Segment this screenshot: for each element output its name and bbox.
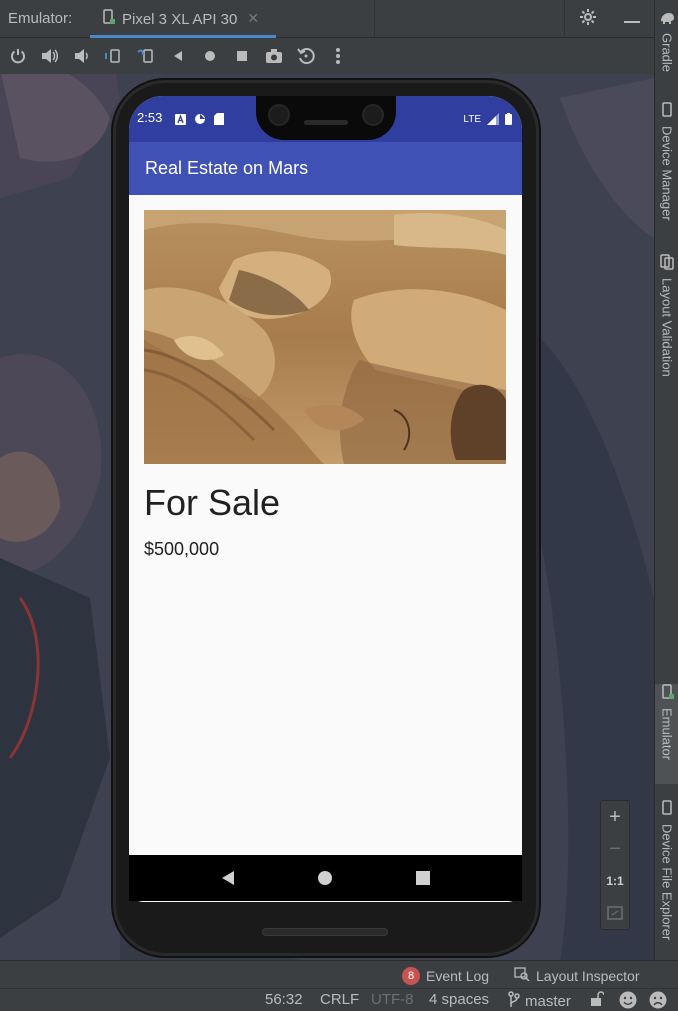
- status-time: 2:53: [137, 110, 163, 125]
- volume-up-icon[interactable]: [38, 44, 62, 68]
- tool-label: Layout Validation: [659, 278, 675, 377]
- layout-inspector-label: Layout Inspector: [536, 967, 640, 984]
- tool-device-file-explorer[interactable]: Device File Explorer: [655, 800, 678, 950]
- android-nav-bar: [129, 855, 522, 901]
- caret-position[interactable]: 56:32: [265, 991, 303, 1008]
- nav-back-icon[interactable]: [213, 863, 243, 893]
- tool-label: Device File Explorer: [659, 824, 675, 941]
- listing-type: For Sale: [144, 482, 281, 523]
- tabbar-actions: [564, 0, 654, 38]
- tab-label: Pixel 3 XL API 30: [122, 10, 238, 28]
- unlock-icon[interactable]: [590, 991, 605, 1011]
- git-branch-widget[interactable]: master: [508, 991, 571, 1011]
- ide-status-bar: 56:32 CRLF UTF-8 4 spaces master: [0, 988, 678, 1011]
- more-icon[interactable]: [326, 44, 350, 68]
- layout-inspector-icon: [514, 967, 530, 984]
- elephant-icon: [659, 10, 675, 29]
- device-screen[interactable]: 2:53 LTE Real Estate on Mars For Sale $5…: [129, 96, 522, 902]
- layout-validation-icon: [660, 254, 674, 274]
- volume-down-icon[interactable]: [70, 44, 94, 68]
- listing-price: $500,000: [144, 539, 220, 559]
- gear-icon[interactable]: [579, 8, 597, 30]
- window-title-prefix: Emulator:: [8, 10, 73, 27]
- front-camera: [268, 104, 290, 126]
- emulator-icon: [660, 684, 674, 704]
- app-title: Real Estate on Mars: [145, 158, 309, 178]
- event-log-badge: 8: [402, 967, 420, 985]
- tool-label: Device Manager: [659, 126, 675, 221]
- close-icon[interactable]: ✕: [247, 11, 259, 27]
- android-status-bar: 2:53 LTE: [129, 96, 522, 142]
- camera-icon[interactable]: [262, 44, 286, 68]
- minimize-icon[interactable]: [624, 10, 641, 29]
- tool-emulator[interactable]: Emulator: [655, 684, 678, 784]
- device-file-explorer-icon: [660, 800, 674, 820]
- zoom-actual-size-button[interactable]: 1:1: [600, 865, 630, 897]
- tool-label: Gradle: [659, 33, 675, 73]
- power-icon[interactable]: [6, 44, 30, 68]
- indent-setting[interactable]: 4 spaces: [429, 991, 489, 1008]
- signal-icon: [487, 110, 499, 129]
- event-log-button[interactable]: 8 Event Log: [402, 967, 489, 985]
- status-system-icons: LTE: [463, 110, 512, 129]
- zoom-controls: + − 1:1: [600, 800, 630, 930]
- zoom-in-button[interactable]: +: [600, 801, 630, 833]
- tool-layout-validation[interactable]: Layout Validation: [655, 254, 678, 394]
- right-tool-strip: Gradle Device Manager Layout Validation …: [654, 0, 678, 960]
- layout-inspector-button[interactable]: Layout Inspector: [514, 967, 640, 984]
- tool-label: Emulator: [659, 708, 675, 761]
- overview-icon[interactable]: [230, 44, 254, 68]
- zoom-out-button[interactable]: −: [600, 833, 630, 865]
- device-phone-icon: [102, 9, 116, 29]
- sd-card-icon: [214, 110, 224, 129]
- file-encoding[interactable]: UTF-8: [371, 991, 414, 1008]
- display-notch: [256, 96, 396, 140]
- nav-overview-icon[interactable]: [408, 863, 438, 893]
- rotate-left-icon[interactable]: [102, 44, 126, 68]
- zoom-fit-icon[interactable]: [600, 897, 630, 929]
- happy-face-icon[interactable]: [619, 991, 637, 1011]
- emulator-toolbar: [0, 38, 654, 74]
- front-camera: [362, 104, 384, 126]
- tool-device-manager[interactable]: Device Manager: [655, 102, 678, 232]
- home-icon[interactable]: [198, 44, 222, 68]
- git-branch-icon: [508, 991, 520, 1011]
- bottom-speaker-grille: [262, 928, 388, 936]
- editor-tab-bar: Emulator: Pixel 3 XL API 30 ✕: [0, 0, 654, 38]
- status-notification-icons: [175, 110, 224, 129]
- bottom-tool-bar: 8 Event Log Layout Inspector: [0, 960, 678, 988]
- divider: [374, 0, 375, 38]
- line-separator[interactable]: CRLF: [320, 991, 359, 1008]
- data-saver-icon: [194, 110, 206, 129]
- event-log-label: Event Log: [426, 968, 490, 984]
- app-bar: Real Estate on Mars: [129, 142, 522, 195]
- tool-gradle[interactable]: Gradle: [655, 10, 678, 90]
- notification-a-icon: [175, 110, 186, 129]
- back-icon[interactable]: [166, 44, 190, 68]
- earpiece-speaker: [304, 120, 348, 125]
- device-manager-icon: [660, 102, 674, 122]
- battery-icon: [505, 110, 512, 129]
- git-branch-label: master: [525, 992, 571, 1010]
- tab-pixel-3-xl[interactable]: Pixel 3 XL API 30 ✕: [90, 0, 276, 38]
- mars-property-image: [144, 210, 506, 464]
- reset-icon[interactable]: [294, 44, 318, 68]
- nav-home-icon[interactable]: [310, 863, 340, 893]
- rotate-right-icon[interactable]: [134, 44, 158, 68]
- sad-face-icon[interactable]: [649, 991, 667, 1011]
- network-type: LTE: [463, 114, 481, 125]
